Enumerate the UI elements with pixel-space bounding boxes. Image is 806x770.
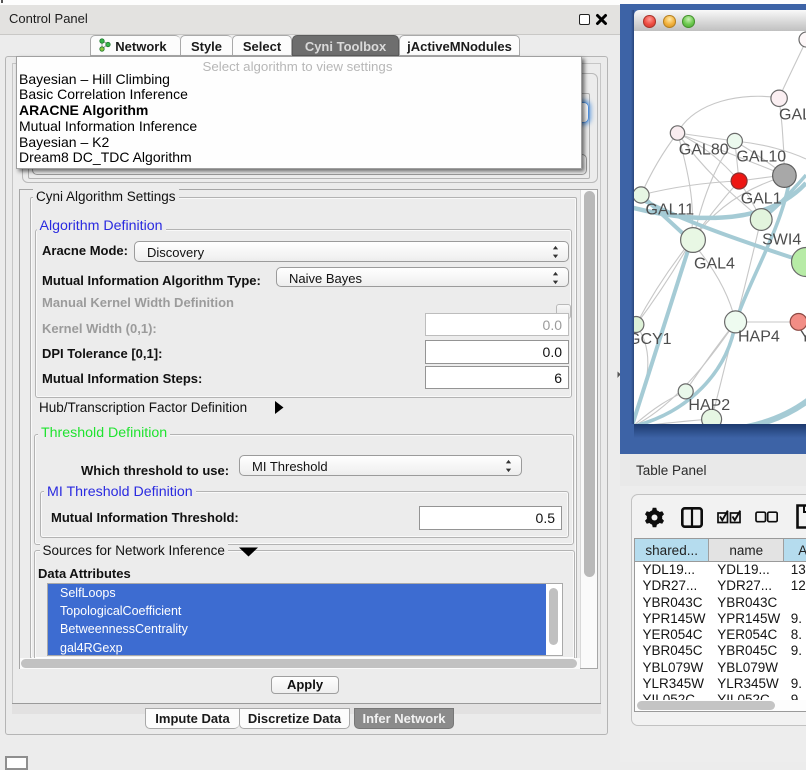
svg-text:GAL80: GAL80: [679, 142, 729, 159]
svg-text:HAP2: HAP2: [688, 397, 730, 414]
svg-text:GAL11: GAL11: [646, 202, 695, 219]
svg-text:YP: YP: [800, 329, 806, 346]
svg-text:SWI4: SWI4: [762, 232, 801, 249]
svg-text:GAL7: GAL7: [779, 107, 806, 124]
svg-text:GAL10: GAL10: [736, 149, 786, 166]
svg-text:HAP4: HAP4: [738, 329, 780, 346]
svg-text:GAL1: GAL1: [741, 191, 782, 208]
svg-text:GCY1: GCY1: [634, 331, 672, 348]
svg-text:GAL4: GAL4: [694, 256, 735, 273]
